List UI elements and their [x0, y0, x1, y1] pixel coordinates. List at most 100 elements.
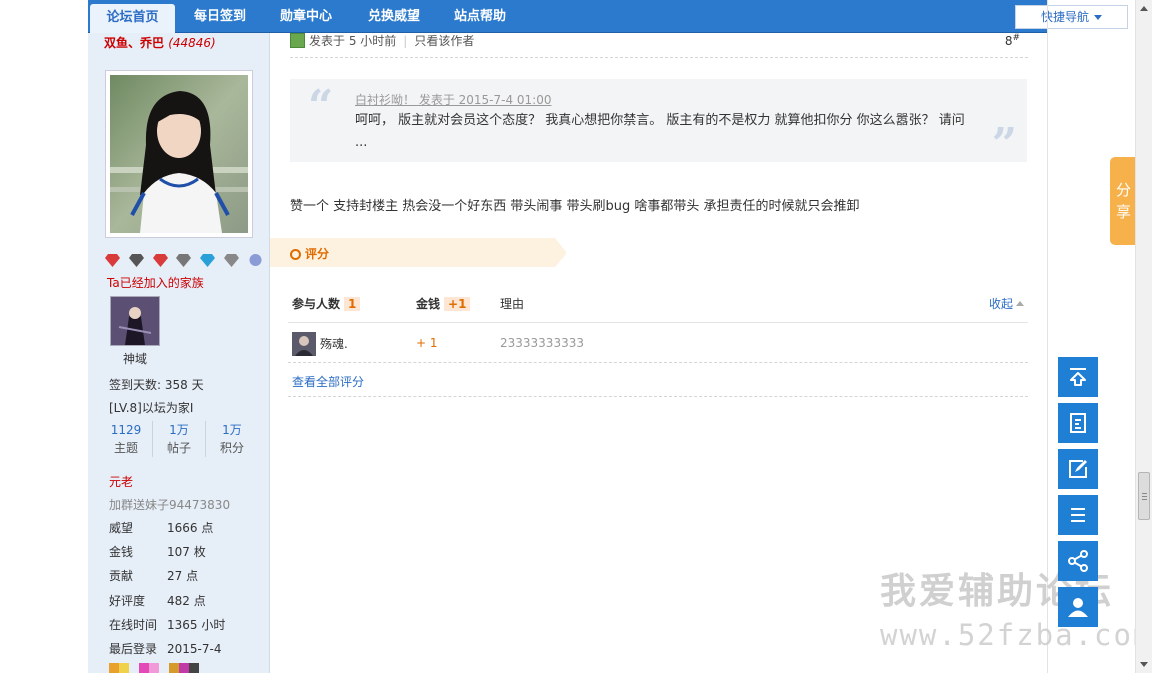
badge-icon[interactable] [138, 663, 149, 673]
user-sidebar: 双鱼、乔巴 (44846) Ta已经加入的家族 神域 签到天数: 358 天 [… [88, 33, 270, 673]
scroll-down-icon[interactable] [1140, 662, 1148, 667]
list-icon [1071, 508, 1085, 522]
stat-label: 主题 [113, 441, 138, 455]
medal-icon[interactable] [152, 253, 168, 267]
stat-posts[interactable]: 1万 帖子 [152, 421, 206, 457]
list-button[interactable] [1058, 495, 1098, 535]
badge-icon[interactable] [148, 663, 159, 673]
profile-value: 2015-7-4 [167, 642, 222, 656]
stat-value: 1129 [110, 423, 142, 437]
new-post-button[interactable] [1058, 449, 1098, 489]
nav-daily-signin[interactable]: 每日签到 [180, 0, 260, 33]
profile-value: 1365 小时 [167, 618, 226, 632]
only-author-link[interactable]: 只看该作者 [414, 34, 474, 48]
scroll-up-icon[interactable] [1140, 6, 1148, 11]
profile-value: 107 枚 [167, 545, 206, 559]
divider [288, 322, 1028, 323]
username[interactable]: 双鱼、乔巴 (44846) [104, 34, 216, 51]
rater-avatar[interactable] [292, 332, 316, 356]
badge-icon[interactable] [168, 663, 179, 673]
avatar-image [110, 75, 248, 233]
chevron-up-icon [1016, 301, 1024, 306]
family-logo[interactable] [110, 296, 160, 346]
money-header: 金钱 +1 [416, 295, 471, 312]
user-id: (44846) [168, 36, 216, 50]
floor-number[interactable]: 8# [1005, 33, 1020, 48]
sign-days: 签到天数: 358 天 [109, 378, 204, 392]
stat-label: 积分 [219, 441, 244, 455]
rater-money: + 1 [416, 336, 438, 350]
user-rank: 元老 [109, 475, 134, 489]
collapse-label: 收起 [988, 297, 1013, 311]
avatar[interactable] [105, 70, 253, 238]
profile-row-rating: 好评度 482 点 [109, 592, 269, 609]
family-label: Ta已经加入的家族 [107, 276, 204, 290]
divider [290, 57, 1028, 58]
family-name[interactable]: 神域 [123, 350, 147, 367]
quote-close-icon: ” [991, 119, 1017, 170]
badge-icon[interactable] [119, 663, 129, 673]
divider [288, 396, 1028, 397]
badge-icon[interactable] [178, 663, 189, 673]
medal-icon[interactable] [224, 253, 240, 267]
chevron-down-icon [1094, 15, 1102, 20]
badge-icon[interactable] [109, 663, 119, 673]
page: 论坛首页 每日签到 勋章中心 兑换威望 站点帮助 快捷导航 双鱼、乔巴 (448… [0, 0, 1152, 673]
medal-icon[interactable] [105, 253, 120, 267]
share-button[interactable] [1058, 541, 1098, 581]
collapse-button[interactable]: 收起 [989, 295, 1024, 312]
reply-text: 赞一个 支持封楼主 热会没一个好东西 带头闹事 带头刷bug 啥事都带头 承担责… [290, 199, 860, 214]
profile-value: 1666 点 [167, 521, 214, 535]
share-tab[interactable]: 分享 [1110, 157, 1136, 245]
participants-header: 参与人数 1 [292, 295, 361, 312]
vertical-scrollbar[interactable] [1135, 0, 1152, 673]
stat-threads[interactable]: 1129 主题 [99, 421, 153, 457]
medal-row [105, 253, 268, 267]
separator: | [403, 34, 408, 48]
reply-button[interactable] [1058, 403, 1098, 443]
profile-value: 482 点 [167, 594, 206, 608]
divider [288, 362, 1028, 363]
medal-icon[interactable] [176, 253, 192, 267]
rating-header: 评分 [270, 238, 567, 267]
rating-label-text: 评分 [305, 247, 330, 261]
medal-icon[interactable] [200, 253, 216, 267]
share-icon [1068, 550, 1088, 572]
post-header: 发表于 5 小时前 | 只看该作者 [290, 33, 474, 51]
quick-nav-button[interactable]: 快捷导航 [1015, 5, 1128, 29]
profile-key: 最后登录 [109, 642, 158, 656]
profile-row-money: 金钱 107 枚 [109, 543, 269, 560]
rater-name[interactable]: 殇魂. [320, 335, 348, 352]
user-center-button[interactable] [1058, 587, 1098, 627]
circle-icon [290, 249, 301, 260]
medal-icon[interactable] [248, 253, 263, 267]
watermark-url: www.52fzba.com [880, 618, 1152, 652]
stat-credits[interactable]: 1万 积分 [205, 421, 259, 457]
user-icon [1068, 598, 1088, 617]
rater-reason: 23333333333 [500, 336, 584, 350]
nav-exchange-prestige[interactable]: 兑换威望 [352, 0, 436, 33]
nav-forum-home[interactable]: 论坛首页 [90, 4, 175, 33]
quote-source-link[interactable]: 白衬衫呦！ 发表于 2015-7-4 01:00 [355, 91, 552, 108]
document-icon [1070, 413, 1086, 433]
scrollbar-thumb[interactable] [1138, 472, 1150, 520]
quick-nav-label: 快捷导航 [1040, 10, 1089, 24]
back-to-top-button[interactable] [1058, 357, 1098, 397]
profile-key: 在线时间 [109, 618, 158, 632]
profile-key: 金钱 [109, 545, 134, 559]
participants-label: 参与人数 [292, 297, 341, 311]
nav-site-help[interactable]: 站点帮助 [440, 0, 520, 33]
badge-strip [109, 663, 199, 673]
money-total: +1 [444, 297, 471, 311]
badge-icon[interactable] [188, 663, 199, 673]
share-label: 分享 [1116, 181, 1132, 221]
rating-label: 评分 [290, 245, 329, 262]
profile-row-contribution: 贡献 27 点 [109, 567, 269, 584]
profile-row-prestige: 威望 1666 点 [109, 519, 269, 536]
quote-text: 呵呵， 版主就对会员这个态度？ 我真心想把你禁言。 版主有的不是权力 就算他扣你… [355, 113, 965, 150]
medal-icon[interactable] [128, 253, 144, 267]
view-all-ratings-link[interactable]: 查看全部评分 [292, 373, 364, 390]
nav-medal-center[interactable]: 勋章中心 [266, 0, 346, 33]
quote-open-icon: “ [308, 81, 334, 132]
edit-icon [1069, 460, 1087, 478]
